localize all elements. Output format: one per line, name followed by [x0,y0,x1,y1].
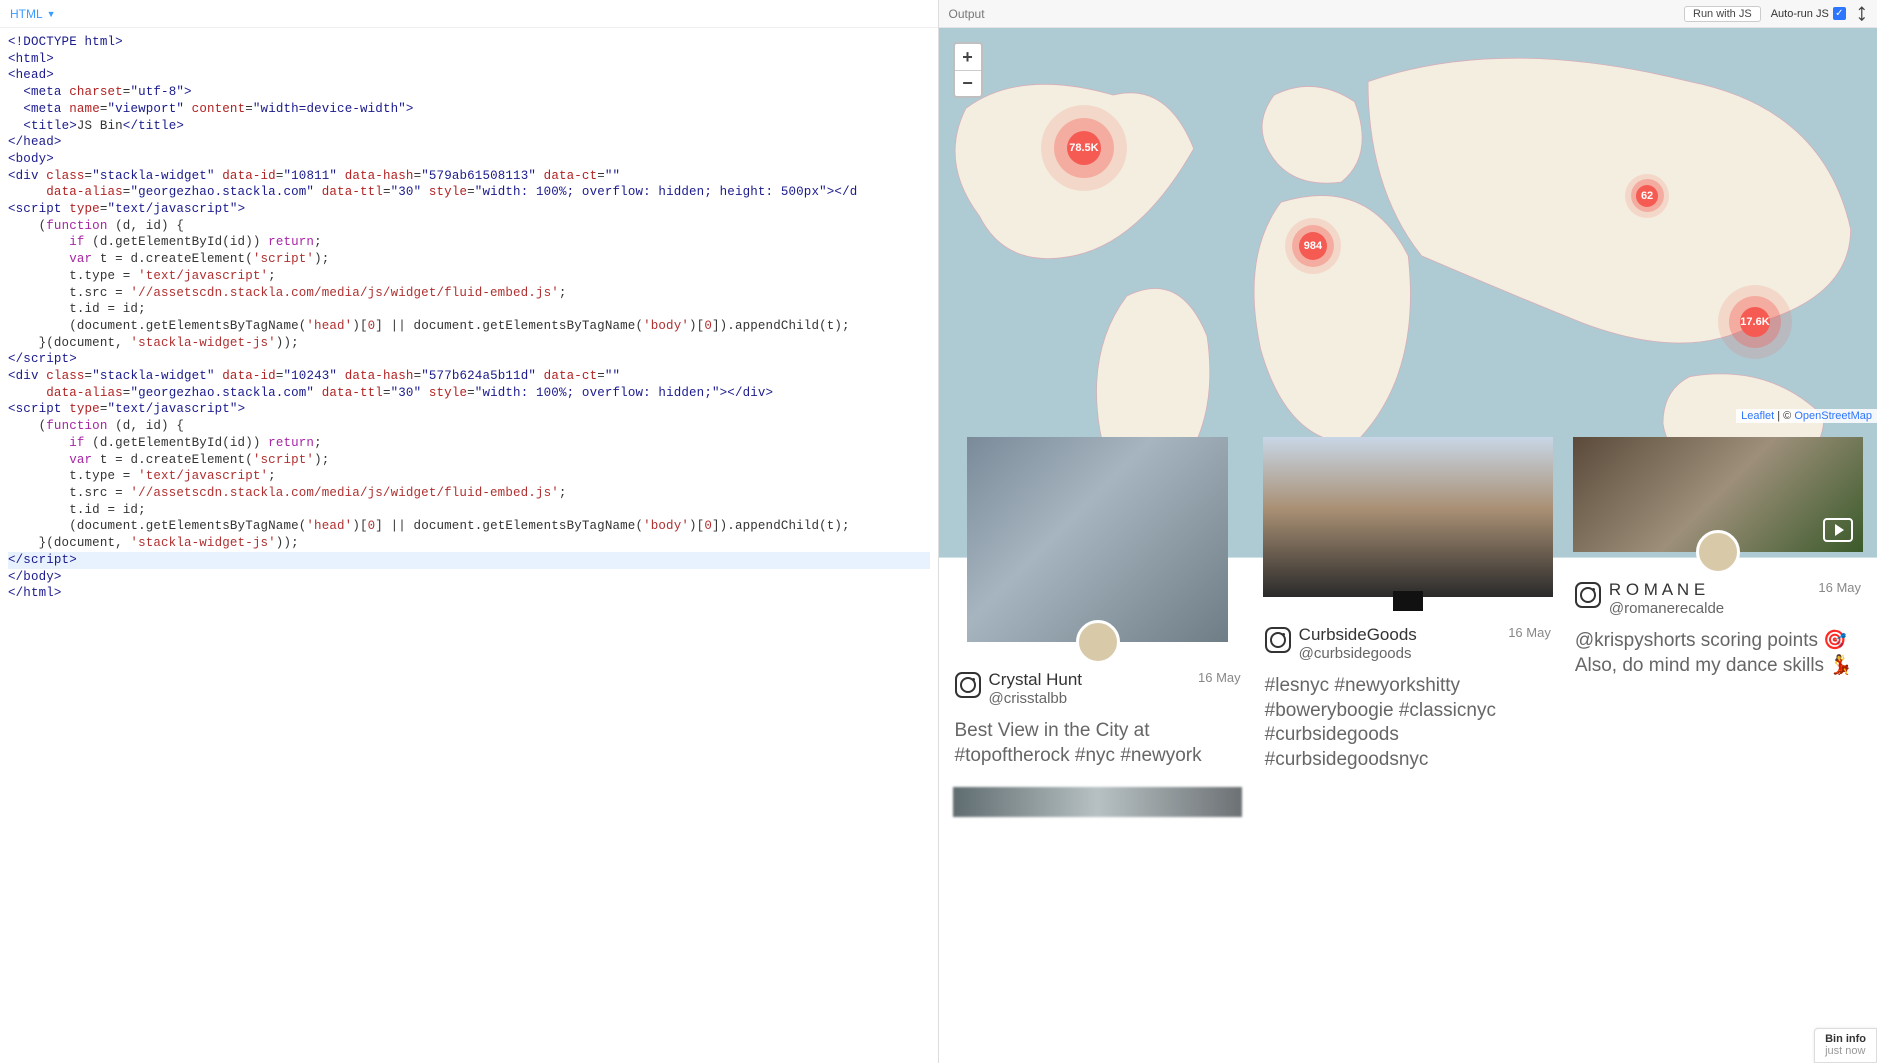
editor-header: HTML ▼ [0,0,938,28]
expand-icon[interactable]: ⤡ [1851,4,1871,24]
card-text: @krispyshorts scoring points 🎯Also, do m… [1573,629,1863,678]
bin-info-sub: just now [1825,1045,1866,1058]
run-with-js-button[interactable]: Run with JS [1684,6,1761,22]
card-user-name: Crystal Hunt [989,670,1191,690]
card-date: 16 May [1198,670,1241,685]
map-widget[interactable]: + − 78.5K 62 984 17.6K Leaflet | © OpenStre… [939,28,1877,423]
leaflet-link[interactable]: Leaflet [1741,410,1774,422]
editor-pane: HTML ▼ <!DOCTYPE html> <html> <head> <me… [0,0,939,1063]
osm-link[interactable]: OpenStreetMap [1794,410,1872,422]
card-date: 16 May [1818,580,1861,595]
map-marker[interactable]: 17.6K [1740,307,1770,337]
card-avatar [1393,591,1423,611]
card-image [1573,437,1863,552]
card-image [953,787,1242,817]
auto-run-js-toggle[interactable]: Auto-run JS ✓ [1771,7,1846,20]
code-editor[interactable]: <!DOCTYPE html> <html> <head> <meta char… [0,28,938,1063]
output-controls: Run with JS Auto-run JS ✓ ⤡ [1684,5,1867,22]
instagram-icon [1265,627,1291,653]
zoom-in-button[interactable]: + [955,44,981,70]
card-user-handle: @curbsidegoods [1299,645,1501,662]
feed-card[interactable] [953,787,1242,817]
output-body: + − 78.5K 62 984 17.6K Leaflet | © OpenStre… [939,28,1877,1063]
instagram-icon [955,672,981,698]
feed-card[interactable]: R O M A N E@romanerecalde 16 May @krispysh… [1573,437,1863,773]
card-image [1263,437,1553,597]
feed-card[interactable]: CurbsideGoods@curbsidegoods 16 May #lesnyc… [1263,437,1553,773]
marker-label: 984 [1299,232,1327,260]
output-header: Output Run with JS Auto-run JS ✓ ⤡ [939,0,1877,28]
map-marker[interactable]: 78.5K [1067,131,1101,165]
card-user-handle: @crisstalbb [989,690,1191,707]
social-feed-row-2 [939,787,1877,831]
card-image [967,437,1228,642]
map-attribution: Leaflet | © OpenStreetMap [1736,409,1877,423]
play-icon [1823,518,1853,542]
output-pane: Output Run with JS Auto-run JS ✓ ⤡ [939,0,1877,1063]
card-avatar [1076,620,1120,664]
chevron-down-icon: ▼ [47,9,56,19]
social-feed: Crystal Hunt@crisstalbb 16 May Best View i… [939,423,1877,787]
map-marker[interactable]: 984 [1299,232,1327,260]
editor-tab-html[interactable]: HTML ▼ [10,7,56,21]
card-user-name: CurbsideGoods [1299,625,1501,645]
output-title: Output [949,7,985,21]
marker-label: 62 [1636,185,1658,207]
card-text: #lesnyc #newyorkshitty #boweryboogie #cl… [1263,674,1553,773]
card-avatar [1696,530,1740,574]
editor-tab-label: HTML [10,7,43,21]
bin-info-title: Bin info [1825,1033,1866,1046]
map-zoom-control: + − [953,42,983,98]
marker-label: 17.6K [1740,307,1770,337]
map-marker[interactable]: 62 [1636,185,1658,207]
bin-info-popup[interactable]: Bin info just now [1814,1028,1877,1063]
auto-run-label: Auto-run JS [1771,8,1829,20]
feed-card[interactable]: Crystal Hunt@crisstalbb 16 May Best View i… [953,437,1243,773]
card-date: 16 May [1508,625,1551,640]
card-user-name: R O M A N E [1609,580,1811,600]
instagram-icon [1575,582,1601,608]
marker-label: 78.5K [1067,131,1101,165]
card-text: Best View in the City at #topoftherock #… [953,719,1243,768]
checkbox-checked-icon: ✓ [1833,7,1846,20]
zoom-out-button[interactable]: − [955,70,981,96]
card-user-handle: @romanerecalde [1609,600,1811,617]
